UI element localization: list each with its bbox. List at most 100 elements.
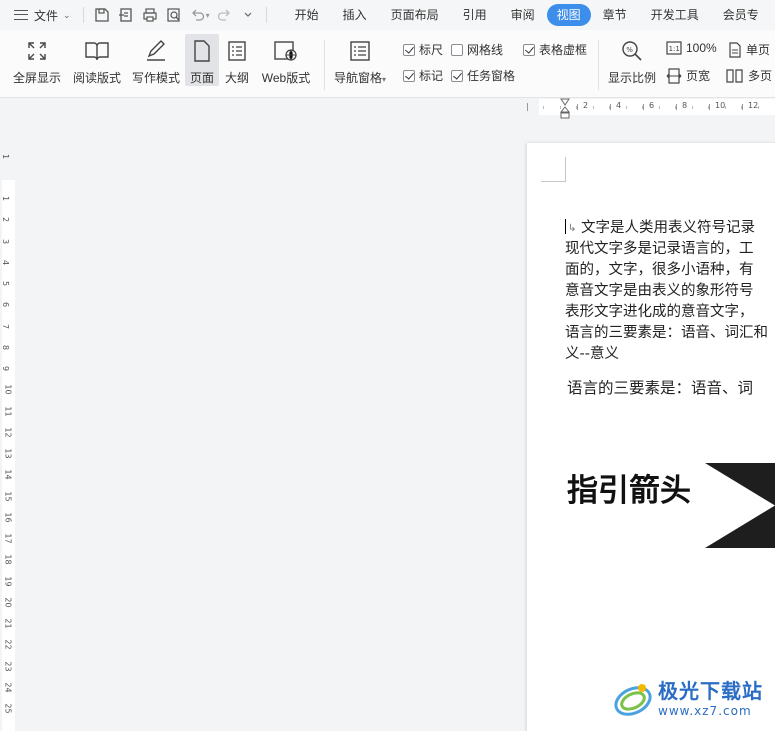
zoom-button[interactable]: % 显示比例 bbox=[606, 38, 658, 86]
gridlines-checkbox-label: 网格线 bbox=[467, 43, 504, 57]
ruler-number: 10 bbox=[3, 384, 13, 395]
ruler-number: 8 bbox=[682, 101, 688, 110]
checkbox-checked-icon bbox=[403, 43, 415, 56]
gridlines-checkbox[interactable]: 网格线 bbox=[451, 41, 503, 58]
svg-text:1:1: 1:1 bbox=[669, 45, 680, 53]
ruler-number: 3 bbox=[1, 238, 11, 244]
watermark-url: www.xz7.com bbox=[658, 704, 752, 718]
navigation-pane-button[interactable]: 导航窗格▾ bbox=[331, 38, 389, 86]
body-line-3: 面的，文字，很多小语种，有 bbox=[565, 262, 754, 278]
file-menu-label: 文件 bbox=[34, 8, 59, 23]
page-width-label: 页宽 bbox=[686, 69, 711, 83]
page-view-button[interactable]: 页面 bbox=[185, 34, 219, 86]
document-body[interactable]: ↳ 文字是人类用表义符号记录 现代文字多是记录语言的，工 面的，文字，很多小语种… bbox=[565, 218, 775, 365]
ruler-tick bbox=[527, 103, 528, 111]
customize-toolbar-button[interactable] bbox=[236, 3, 260, 27]
guide-arrow-shape[interactable] bbox=[705, 463, 775, 553]
ruler-tick bbox=[543, 106, 544, 109]
multi-page-button[interactable]: 多页 bbox=[726, 67, 772, 84]
writing-mode-label: 写作模式 bbox=[131, 71, 180, 85]
tab-view[interactable]: 视图 bbox=[546, 4, 591, 26]
ruler-tick bbox=[675, 106, 676, 109]
tab-developer[interactable]: 开发工具 bbox=[639, 4, 711, 26]
ruler-checkbox-label: 标尺 bbox=[419, 43, 444, 57]
ruler-number: 22 bbox=[3, 639, 13, 650]
reading-layout-label: 阅读版式 bbox=[72, 71, 121, 85]
body-line-4: 意音文字是由表义的象形符号 bbox=[565, 283, 754, 299]
ruler-number: 11 bbox=[3, 405, 13, 417]
zoom-icon: % bbox=[622, 41, 642, 61]
web-layout-button[interactable]: Web版式 bbox=[258, 38, 314, 86]
undo-icon bbox=[191, 9, 204, 21]
task-pane-checkbox[interactable]: 任务窗格 bbox=[451, 67, 515, 84]
single-page-button[interactable]: 单页 bbox=[728, 41, 770, 58]
outline-icon bbox=[228, 41, 246, 61]
save-button[interactable] bbox=[90, 3, 114, 27]
ruler-tick bbox=[676, 104, 677, 110]
ruler-number: 14 bbox=[3, 469, 13, 480]
tab-review[interactable]: 审阅 bbox=[499, 4, 547, 26]
tab-references[interactable]: 引用 bbox=[451, 4, 499, 26]
single-page-icon bbox=[729, 41, 741, 58]
chevron-down-icon: ⌄ bbox=[63, 9, 71, 20]
print-button[interactable] bbox=[138, 3, 162, 27]
ruler-tick bbox=[757, 106, 759, 109]
file-menu[interactable]: 文件 ⌄ bbox=[0, 0, 77, 30]
outline-view-button[interactable]: 大纲 bbox=[222, 38, 252, 86]
save-icon bbox=[94, 8, 109, 22]
print-icon bbox=[142, 8, 157, 22]
page-width-icon bbox=[666, 67, 682, 84]
print-preview-button[interactable] bbox=[162, 3, 186, 27]
ruler-number: 13 bbox=[3, 448, 13, 459]
tab-home[interactable]: 开始 bbox=[283, 4, 331, 26]
fullscreen-icon bbox=[28, 42, 46, 60]
web-layout-icon bbox=[274, 41, 297, 61]
ruler-number: 12 bbox=[3, 427, 13, 438]
ruler-number: 19 bbox=[3, 575, 13, 587]
table-gridlines-checkbox[interactable]: 表格虚框 bbox=[523, 41, 587, 58]
ruler-tick bbox=[741, 106, 742, 109]
undo-dropdown-icon[interactable]: ▾ bbox=[206, 11, 210, 20]
ruler-number: 20 bbox=[3, 597, 13, 608]
vertical-ruler[interactable]: 1 1 2 3 4 5 6 7 8 9 10 11 12 13 14 15 16 17 18 19 20 21 22 23 24… bbox=[0, 120, 18, 731]
navigation-pane-text: 导航窗格 bbox=[333, 71, 382, 85]
tab-chapter[interactable]: 章节 bbox=[591, 4, 639, 26]
export-pdf-icon bbox=[118, 8, 132, 22]
ruler-tick bbox=[625, 106, 627, 109]
ruler-checkbox[interactable]: 标尺 bbox=[403, 41, 443, 58]
zoom-100-button[interactable]: 1:1 100% bbox=[666, 41, 717, 55]
marks-checkbox[interactable]: 标记 bbox=[403, 67, 443, 84]
ruler-number: 16 bbox=[3, 512, 13, 523]
page-width-button[interactable]: 页宽 bbox=[666, 67, 710, 84]
ruler-tick bbox=[610, 104, 611, 110]
tab-page-layout[interactable]: 页面布局 bbox=[379, 4, 451, 26]
quick-access-toolbar: ▾ bbox=[90, 3, 260, 27]
fullscreen-button[interactable]: 全屏显示 bbox=[10, 38, 64, 86]
redo-button[interactable] bbox=[212, 3, 236, 27]
document-heading: 指引箭头 bbox=[567, 473, 691, 509]
writing-mode-button[interactable]: 写作模式 bbox=[129, 38, 183, 86]
horizontal-ruler[interactable]: 2 4 6 8 10 12 bbox=[527, 98, 775, 120]
navigation-pane-label: 导航窗格▾ bbox=[334, 69, 386, 86]
paragraph-mark-icon: ↳ bbox=[568, 223, 577, 234]
indent-marker-icon[interactable] bbox=[559, 98, 571, 120]
tab-member[interactable]: 会员专 bbox=[711, 4, 771, 26]
redo-icon bbox=[217, 9, 230, 21]
export-pdf-button[interactable] bbox=[114, 3, 138, 27]
ruler-number: 2 bbox=[583, 101, 589, 110]
ruler-number: 9 bbox=[1, 365, 11, 372]
document-page[interactable]: ↳ 文字是人类用表义符号记录 现代文字多是记录语言的，工 面的，文字，很多小语种… bbox=[527, 143, 775, 731]
tab-insert[interactable]: 插入 bbox=[331, 4, 379, 26]
ruler-tick bbox=[592, 106, 594, 109]
ruler-tick bbox=[576, 106, 577, 109]
ruler-number: 23 bbox=[3, 660, 13, 672]
page-icon bbox=[194, 40, 210, 62]
ribbon-tabs: 开始 插入 页面布局 引用 审阅 视图 章节 开发工具 会员专 bbox=[283, 4, 771, 26]
ruler-tick bbox=[708, 106, 709, 109]
ruler-number: 6 bbox=[1, 302, 11, 308]
task-pane-checkbox-label: 任务窗格 bbox=[467, 69, 516, 83]
ruler-number: 1 bbox=[1, 195, 11, 202]
body-line-2: 现代文字多是记录语言的，工 bbox=[565, 241, 754, 257]
page-view-label: 页面 bbox=[189, 71, 214, 85]
reading-layout-button[interactable]: 阅读版式 bbox=[70, 38, 124, 86]
